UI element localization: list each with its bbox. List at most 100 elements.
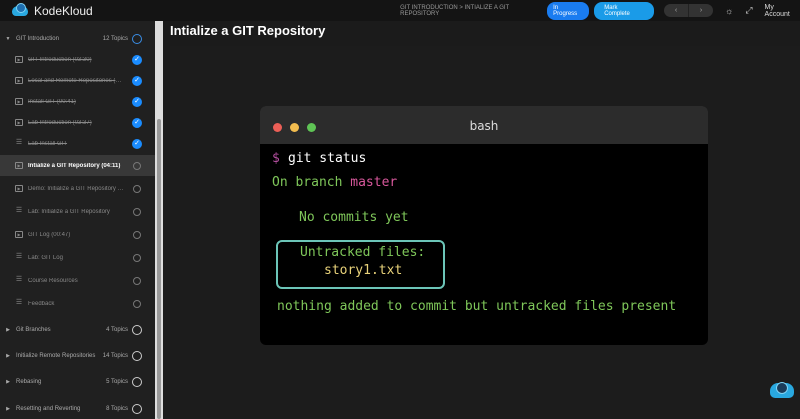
lab-list-icon: ☰ [15, 299, 23, 306]
lesson-item[interactable]: ▶ GIT Introduction (03:30) ✓ [0, 49, 155, 70]
section-header[interactable]: ▶ Git Branches 4 Topics [0, 319, 155, 340]
check-icon: ✓ [132, 75, 142, 86]
expand-icon[interactable]: ⤢ [745, 5, 752, 16]
lesson-title: Lab: GIT Log [28, 254, 63, 261]
incomplete-circle-icon [133, 230, 141, 239]
lesson-title: Demo: Initialize a GIT Repository (1... [28, 185, 125, 192]
lesson-item[interactable]: ☰ Feedback [0, 293, 155, 314]
incomplete-circle-icon [133, 207, 141, 216]
play-icon: ▶ [15, 162, 23, 169]
logo[interactable]: KodeKloud [12, 2, 394, 18]
scrollbar-thumb[interactable] [157, 119, 161, 419]
lesson-item[interactable]: ▶ Demo: Initialize a GIT Repository (1... [0, 178, 155, 199]
section-title: GIT Introduction [16, 35, 59, 42]
breadcrumb: GIT INTRODUCTION > INTIALIZE A GIT REPOS… [400, 4, 510, 17]
lesson-item[interactable]: ☰ Course Resources [0, 270, 155, 291]
caret-right-icon: ▶ [6, 405, 10, 412]
prompt: $ [272, 151, 280, 166]
lesson-item[interactable]: ▶ GIT Log (00:47) [0, 224, 155, 245]
sidebar: ▼ GIT Introduction 12 Topics ▶ GIT Introduct… [0, 21, 155, 419]
lesson-title: GIT Log (00:47) [28, 231, 71, 238]
lab-list-icon: ☰ [15, 253, 23, 260]
check-icon: ✓ [132, 96, 142, 107]
lesson-item[interactable]: ▶ Install GIT (00:41) ✓ [0, 91, 155, 112]
lab-list-icon: ☰ [15, 276, 23, 283]
play-icon: ▶ [15, 231, 23, 238]
lesson-item[interactable]: ☰ Lab Install GIT ✓ [0, 133, 155, 154]
lesson-item[interactable]: ▶ Lab Introduction (03:37) ✓ [0, 112, 155, 133]
play-icon: ▶ [15, 98, 23, 105]
lesson-title: GIT Introduction (03:30) [28, 56, 92, 63]
lesson-title: Course Resources [28, 277, 78, 284]
caret-right-icon: ▶ [6, 352, 10, 359]
play-icon: ▶ [15, 77, 23, 84]
section-title: Resetting and Reverting [16, 405, 81, 412]
support-chat-icon[interactable] [770, 382, 794, 398]
play-icon: ▶ [15, 185, 23, 192]
page-title: Intialize a GIT Repository [170, 23, 326, 38]
section-header[interactable]: ▶ Rebasing 5 Topics [0, 371, 155, 392]
lesson-item[interactable]: ☰ Lab: GIT Log [0, 247, 155, 268]
lesson-item[interactable]: ▶ Intialize a GIT Repository (04:11) [0, 155, 155, 176]
next-button[interactable]: › [689, 4, 713, 17]
lesson-title: Intialize a GIT Repository (04:11) [28, 162, 121, 169]
lesson-item[interactable]: ▶ Local and Remote Repositories (01:... ✓ [0, 70, 155, 91]
lab-list-icon: ☰ [15, 139, 23, 146]
check-icon: ✓ [132, 54, 142, 65]
prev-button[interactable]: ‹ [664, 4, 690, 17]
terminal-name: bash [469, 119, 499, 133]
check-icon: ✓ [132, 117, 142, 128]
lesson-title: Install GIT (00:41) [28, 98, 76, 105]
topic-count: 4 Topics [106, 326, 128, 333]
section-header[interactable]: ▶ Initialize Remote Repositories 14 Topics [0, 345, 155, 366]
caret-right-icon: ▶ [6, 378, 10, 385]
topic-count: 14 Topics [102, 352, 128, 359]
lesson-title: Local and Remote Repositories (01:... [28, 77, 124, 84]
section-header[interactable]: ▶ Resetting and Reverting 8 Topics [0, 398, 155, 419]
topic-count: 8 Topics [106, 405, 128, 412]
topic-count: 12 Topics [102, 35, 128, 42]
progress-ring-icon [132, 350, 142, 361]
lesson-title: Lab: Initialize a GIT Repository [28, 208, 110, 215]
progress-ring-icon [132, 376, 142, 387]
my-account-link[interactable]: My Account [765, 4, 800, 18]
lesson-item[interactable]: ☰ Lab: Initialize a GIT Repository [0, 201, 155, 222]
section-title: Initialize Remote Repositories [16, 352, 96, 359]
lesson-title: Lab Install GIT [28, 140, 68, 147]
status-badge[interactable]: In Progress [547, 1, 590, 20]
section-header[interactable]: ▼ GIT Introduction 12 Topics [0, 28, 155, 49]
top-bar: KodeKloud GIT INTRODUCTION > INTIALIZE A… [0, 0, 800, 21]
progress-ring-icon [132, 403, 142, 414]
sidebar-scrollbar[interactable] [155, 21, 163, 419]
mark-complete-button[interactable]: Mark Complete [594, 1, 655, 20]
caret-down-icon: ▼ [5, 35, 11, 42]
kodekloud-logo-icon [12, 2, 28, 16]
lesson-title: Lab Introduction (03:37) [28, 119, 92, 126]
lesson-nav: ‹ › [664, 4, 714, 17]
incomplete-circle-icon [133, 299, 141, 308]
terminal-window: bash $ git status On branch master No co… [260, 106, 708, 345]
untracked-label: Untracked files: [300, 245, 426, 260]
untracked-file: story1.txt [324, 263, 403, 278]
progress-ring-icon [132, 324, 142, 335]
play-icon: ▶ [15, 119, 23, 126]
incomplete-circle-icon [133, 253, 141, 262]
no-commits-line: No commits yet [299, 210, 409, 225]
check-icon: ✓ [132, 138, 142, 149]
lesson-title: Feedback [28, 300, 55, 307]
branch-line: On branch master [272, 175, 398, 190]
play-icon: ▶ [15, 56, 23, 63]
incomplete-circle-icon [133, 161, 141, 170]
theme-toggle-icon[interactable]: ☼ [725, 6, 733, 16]
brand-name: KodeKloud [34, 3, 93, 18]
command: git status [288, 151, 367, 166]
incomplete-circle-icon [133, 276, 141, 285]
lab-list-icon: ☰ [15, 207, 23, 214]
caret-right-icon: ▶ [6, 326, 10, 333]
section-title: Git Branches [16, 326, 51, 333]
topic-count: 5 Topics [106, 378, 128, 385]
status-footer: nothing added to commit but untracked fi… [277, 299, 677, 314]
section-title: Rebasing [16, 378, 42, 385]
progress-ring-icon [132, 33, 142, 44]
terminal-titlebar: bash [260, 106, 708, 144]
